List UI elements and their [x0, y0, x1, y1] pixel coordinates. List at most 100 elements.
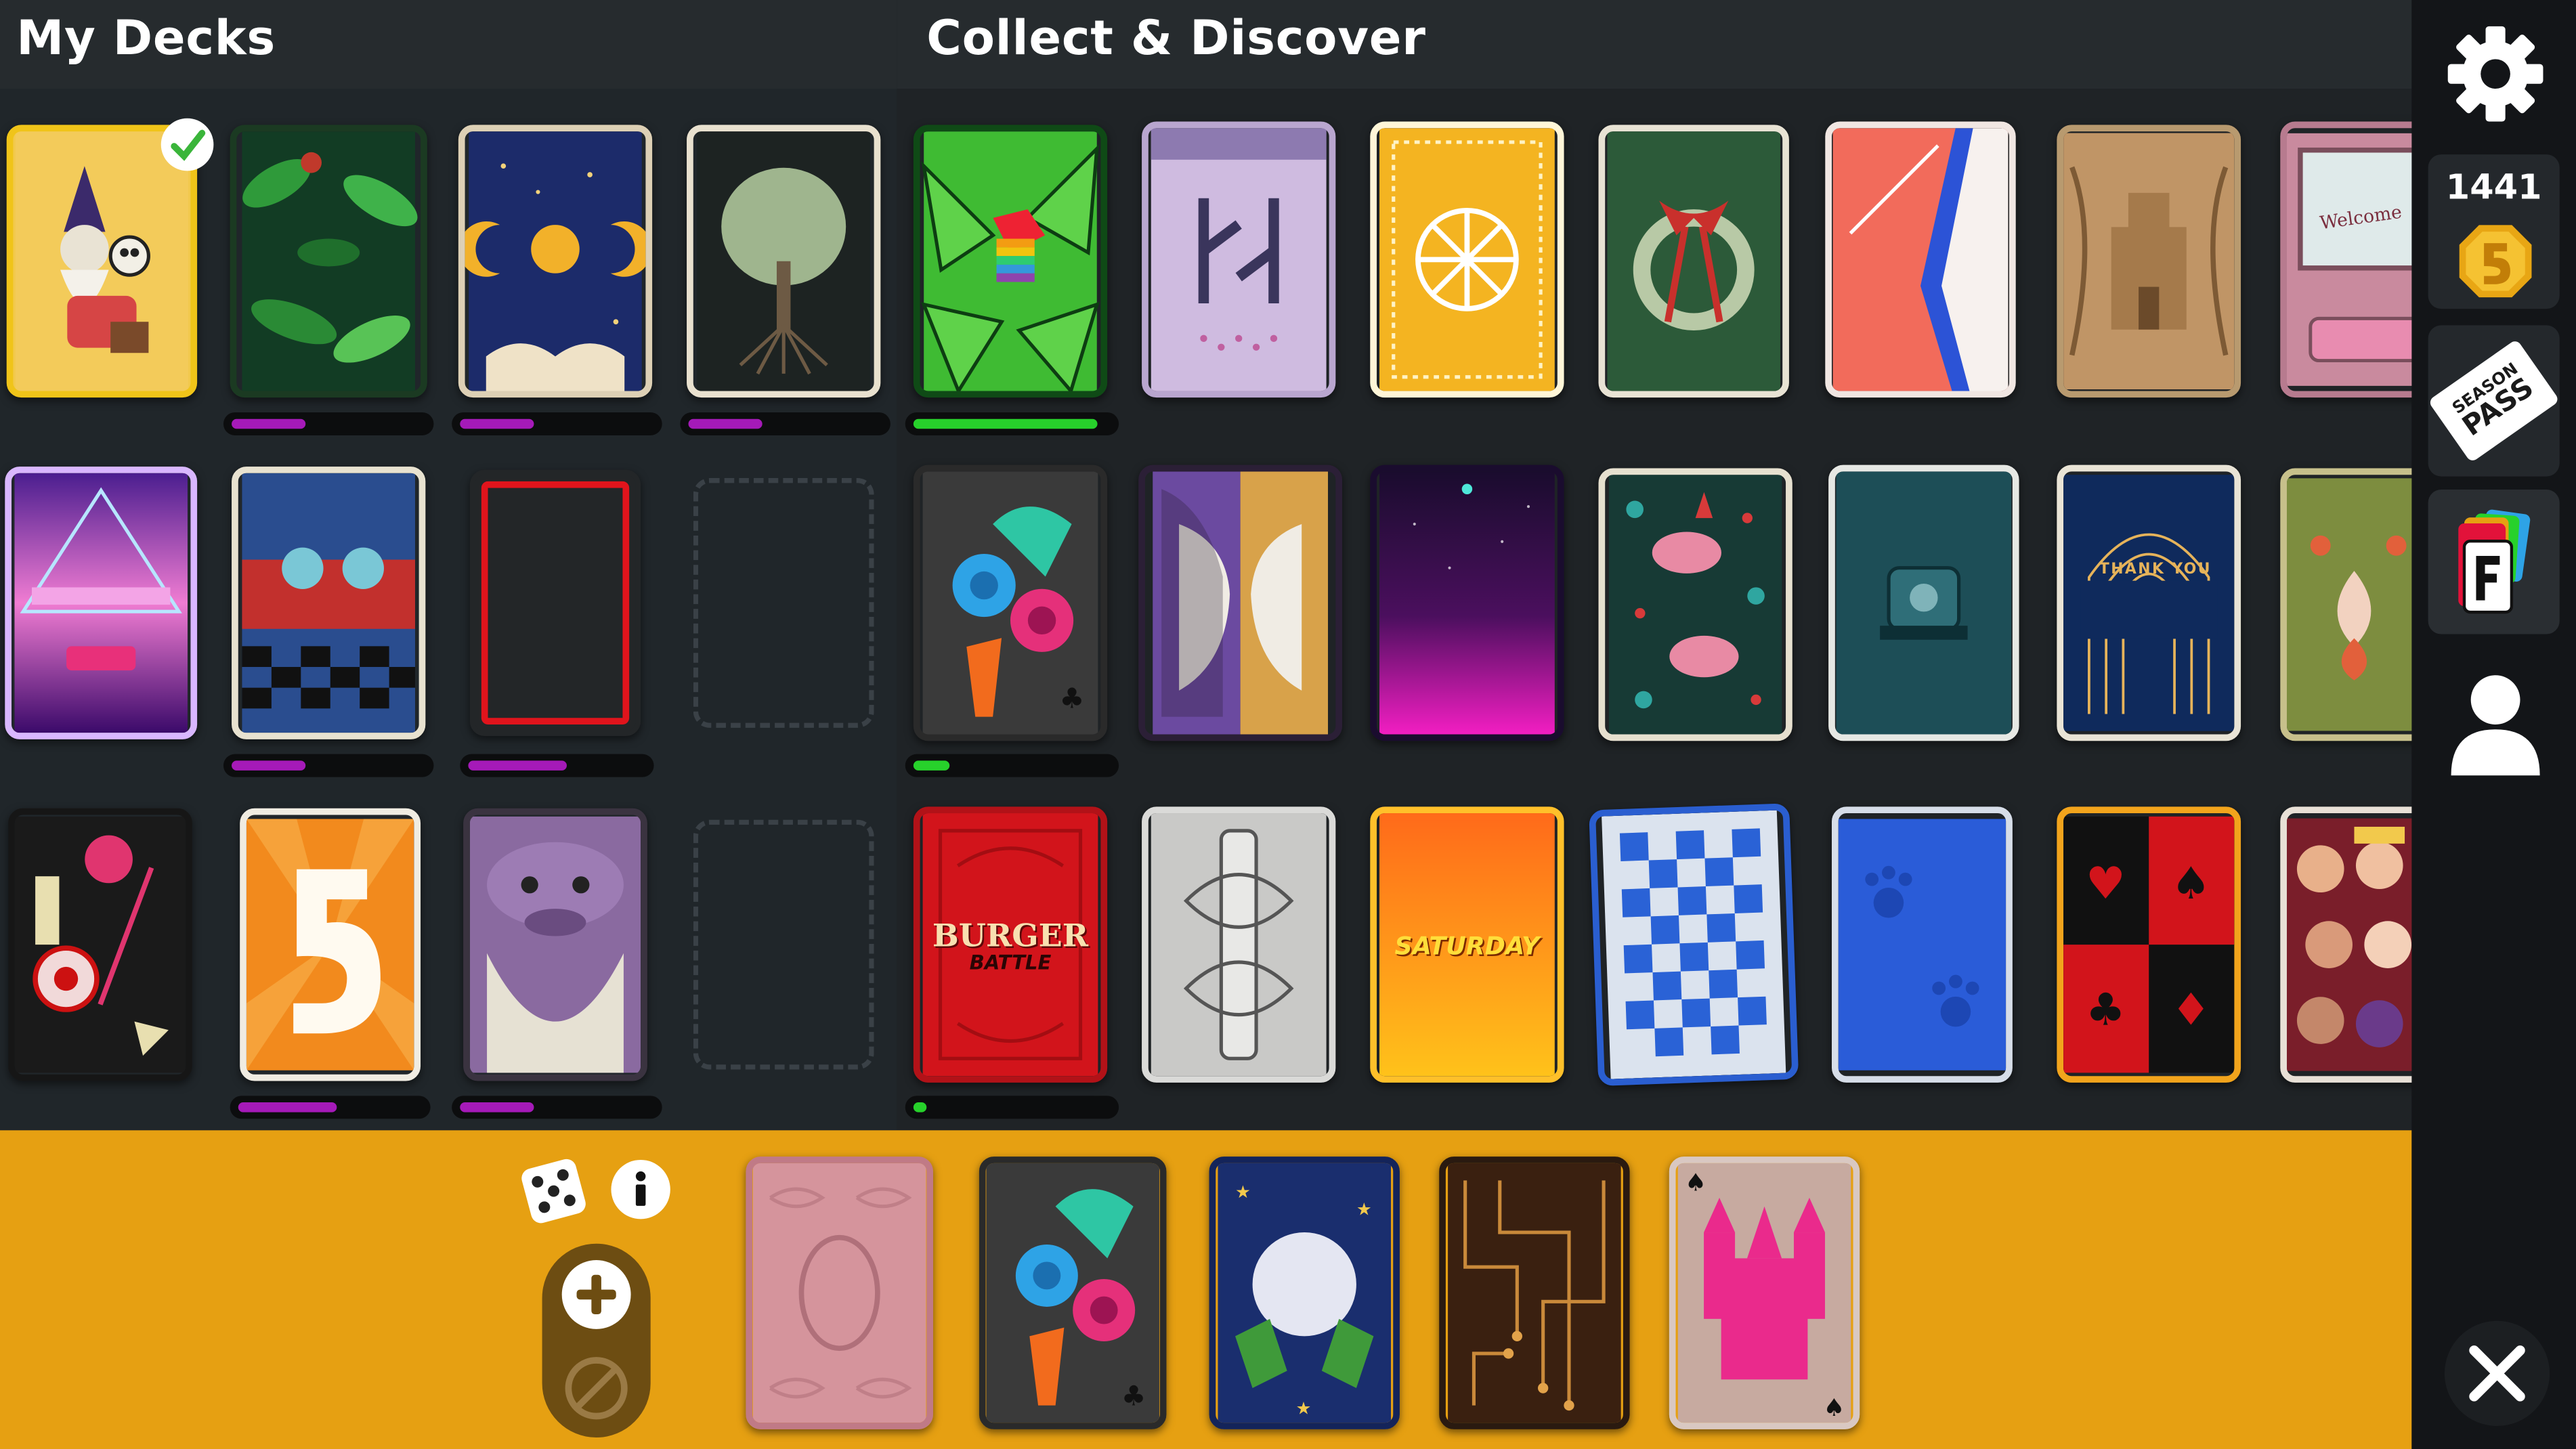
coral-stripe-art — [1832, 128, 2009, 391]
deck-card-paw-print[interactable] — [1831, 806, 2013, 1083]
add-card-button[interactable] — [561, 1259, 631, 1329]
thank-you-text: THANK YOU — [2099, 561, 2212, 579]
deck-card-winter-birds[interactable] — [1598, 468, 1793, 741]
coin-icon — [2456, 222, 2535, 301]
deck-card-monster-beard[interactable] — [463, 808, 647, 1081]
tray-card-snowball-stars[interactable]: ★ ★ ★ — [1209, 1156, 1400, 1429]
paw-print-art — [1838, 819, 2006, 1070]
tray-card-roses-hand[interactable]: ♣ — [979, 1156, 1167, 1429]
teal-machine-art — [1836, 471, 2012, 735]
coin-balance: 1441 — [2445, 167, 2542, 207]
jungle-art — [242, 131, 418, 391]
deck-progress-red-outline — [460, 754, 654, 777]
close-button[interactable] — [2444, 1320, 2550, 1427]
deck-card-five-logo[interactable] — [240, 808, 421, 1081]
holiday-wreath-art — [1607, 131, 1780, 391]
deck-card-rainbow-bird-leaves[interactable] — [913, 125, 1108, 398]
deck-card-welcome-door[interactable]: Welcome — [2280, 121, 2428, 398]
night-sky-art — [1379, 471, 1555, 735]
deck-progress-monster — [452, 1096, 662, 1119]
drag-queens-art — [2286, 818, 2422, 1071]
svg-text:★: ★ — [1356, 1199, 1372, 1219]
empty-deck-slot[interactable] — [693, 478, 874, 728]
saturday-text: SATURDAY — [1394, 931, 1540, 961]
season-pass-button[interactable]: SEASON PASS — [2428, 325, 2560, 477]
deck-progress-diner — [223, 754, 434, 777]
settings-button[interactable] — [2445, 23, 2546, 125]
deck-card-teal-machine[interactable] — [1828, 464, 2019, 741]
profile-button[interactable] — [2448, 670, 2543, 779]
monster-beard-art — [469, 816, 641, 1073]
two-faces-art — [1153, 471, 1329, 735]
svg-text:♠: ♠ — [1685, 1169, 1706, 1197]
deck-card-saturday[interactable]: SATURDAY — [1370, 806, 1564, 1083]
prohibited-icon — [565, 1357, 628, 1420]
svg-text:♣: ♣ — [2086, 985, 2126, 1036]
plus-icon — [576, 1274, 616, 1315]
roses-hand-art: ♣ — [922, 471, 1098, 735]
svg-text:★: ★ — [1235, 1182, 1251, 1203]
season-pass-ticket-icon: SEASON PASS — [2428, 339, 2560, 463]
five-logo-art — [246, 819, 414, 1070]
tray-card-pink-damask[interactable] — [746, 1156, 933, 1429]
deck-builder-tray — [0, 1130, 2412, 1449]
svg-text:♣: ♣ — [1059, 683, 1084, 715]
rainbow-bird-leaves-art — [921, 131, 1100, 391]
close-icon — [2469, 1345, 2525, 1402]
card-stack-icon — [2458, 509, 2531, 614]
zodiac-moon-art — [465, 131, 646, 391]
deck-card-pixel-suits[interactable]: ♥ ♠ ♣ ♦ — [2057, 806, 2241, 1083]
deck-card-folk-flower[interactable] — [2280, 468, 2428, 741]
circuit-board-art — [1448, 1163, 1621, 1423]
battle-text: BATTLE — [969, 951, 1052, 974]
deck-card-zodiac-moon[interactable] — [458, 125, 653, 398]
burger-text: BURGER — [932, 918, 1089, 955]
pixel-suits-art: ♥ ♠ ♣ ♦ — [2063, 816, 2235, 1073]
clear-card-button[interactable] — [562, 1354, 631, 1423]
deck-card-synthwave[interactable] — [5, 467, 198, 739]
svg-text:♥: ♥ — [2086, 858, 2126, 909]
deck-card-diner-dinos[interactable] — [232, 467, 426, 739]
welcome-door-art — [2286, 133, 2422, 386]
empty-deck-slot[interactable] — [693, 819, 874, 1070]
tray-card-circuit-board[interactable] — [1439, 1156, 1630, 1429]
deck-progress-willow — [680, 412, 890, 435]
deck-card-silver-engraved[interactable] — [1142, 806, 1336, 1083]
deck-card-coral-stripe[interactable] — [1825, 121, 2016, 398]
deck-card-blue-checker[interactable] — [1589, 803, 1799, 1086]
deck-card-key-workers[interactable]: THANK YOU — [2057, 464, 2241, 741]
selected-check-icon — [160, 118, 214, 171]
silver-engraved-art — [1151, 813, 1327, 1077]
key-workers-art — [2063, 475, 2235, 731]
deck-card-wizard-skull[interactable] — [6, 125, 198, 398]
deck-card-sunburst-gold[interactable] — [1370, 121, 1564, 398]
deck-card-holiday-wreath[interactable] — [1598, 125, 1789, 398]
deck-card-willow-tree[interactable] — [687, 125, 881, 398]
deck-card-burger-battle[interactable]: BURGER BATTLE — [913, 806, 1108, 1083]
deck-progress-jungle — [223, 412, 434, 435]
deck-progress-roses-hand — [905, 754, 1119, 777]
folk-flower-art — [2286, 478, 2422, 731]
deck-card-halloween-candy[interactable] — [8, 808, 192, 1081]
deck-card-drag-queens[interactable] — [2280, 806, 2428, 1083]
synthwave-art — [14, 473, 188, 733]
deck-card-two-faces[interactable] — [1138, 464, 1343, 741]
deck-card-red-outline[interactable] — [469, 469, 641, 736]
collect-title: Collect & Discover — [926, 9, 1426, 66]
decks-button[interactable] — [2428, 490, 2560, 634]
sandcastle-art — [2063, 133, 2235, 390]
svg-text:★: ★ — [1295, 1398, 1311, 1419]
deck-card-roses-hand[interactable]: ♣ — [913, 464, 1108, 741]
deck-card-sandcastle[interactable] — [2057, 125, 2241, 398]
deck-card-jungle[interactable] — [230, 125, 427, 398]
svg-text:♠: ♠ — [2171, 858, 2211, 909]
deck-progress-five — [230, 1096, 431, 1119]
deck-card-night-sky[interactable] — [1370, 464, 1564, 741]
right-sidebar: 1441 SEASON PASS — [2411, 0, 2576, 1449]
snowball-stars-art: ★ ★ ★ — [1218, 1163, 1392, 1423]
tray-card-pink-castle[interactable]: ♠ ♠ — [1669, 1156, 1860, 1429]
sunburst-gold-art — [1379, 128, 1555, 391]
info-icon[interactable] — [611, 1159, 670, 1219]
user-icon — [2451, 675, 2540, 776]
deck-card-glyph-pattern[interactable] — [1142, 121, 1336, 398]
